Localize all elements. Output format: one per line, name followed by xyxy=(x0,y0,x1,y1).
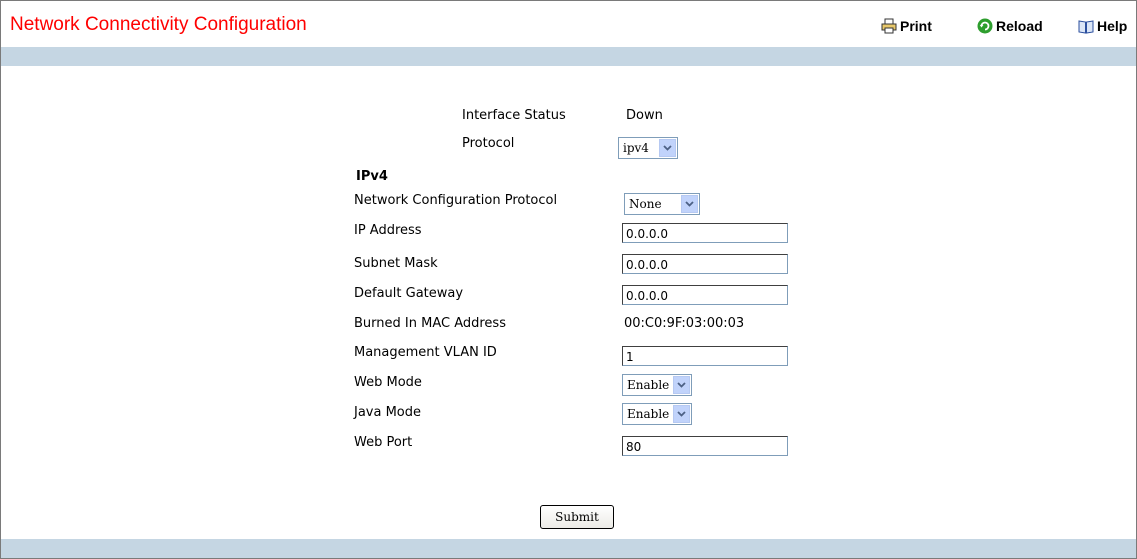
burned-in-mac-value: 00:C0:9F:03:00:03 xyxy=(624,316,745,331)
management-vlan-id-input[interactable]: 1 xyxy=(622,346,788,366)
web-mode-value: Enable xyxy=(627,378,670,392)
chevron-down-icon xyxy=(659,139,676,157)
reload-button[interactable]: Reload xyxy=(977,18,1043,34)
web-port-label: Web Port xyxy=(354,435,413,450)
web-mode-select[interactable]: Enable xyxy=(622,374,692,396)
interface-status-label: Interface Status xyxy=(462,108,566,123)
network-config-protocol-select[interactable]: None xyxy=(624,193,700,215)
ip-address-input[interactable]: 0.0.0.0 xyxy=(622,223,788,243)
help-button[interactable]: Help xyxy=(1078,18,1127,34)
reload-icon xyxy=(977,18,993,34)
burned-in-mac-label: Burned In MAC Address xyxy=(354,316,506,331)
interface-status-value: Down xyxy=(626,108,663,123)
page-title: Network Connectivity Configuration xyxy=(10,14,307,35)
default-gateway-input[interactable]: 0.0.0.0 xyxy=(622,285,788,305)
web-port-input[interactable]: 80 xyxy=(622,436,788,456)
chevron-down-icon xyxy=(673,405,690,423)
printer-icon xyxy=(881,18,897,34)
footer-band xyxy=(1,539,1136,558)
java-mode-select[interactable]: Enable xyxy=(622,403,692,425)
subnet-mask-input[interactable]: 0.0.0.0 xyxy=(622,254,788,274)
management-vlan-id-label: Management VLAN ID xyxy=(354,345,497,360)
protocol-select-value: ipv4 xyxy=(623,141,649,155)
section-ipv4-heading: IPv4 xyxy=(356,169,388,184)
ip-address-label: IP Address xyxy=(354,223,422,238)
java-mode-value: Enable xyxy=(627,407,670,421)
print-button[interactable]: Print xyxy=(881,18,932,34)
protocol-label: Protocol xyxy=(462,136,515,151)
network-config-protocol-value: None xyxy=(629,197,662,211)
java-mode-label: Java Mode xyxy=(354,405,422,420)
subnet-mask-label: Subnet Mask xyxy=(354,256,438,271)
submit-button[interactable]: Submit xyxy=(540,505,614,529)
page-frame xyxy=(0,0,1137,559)
web-mode-label: Web Mode xyxy=(354,375,422,390)
default-gateway-label: Default Gateway xyxy=(354,286,464,301)
network-config-protocol-label: Network Configuration Protocol xyxy=(354,193,558,208)
reload-label: Reload xyxy=(996,18,1043,34)
book-icon xyxy=(1078,18,1094,34)
header-band xyxy=(1,47,1136,66)
chevron-down-icon xyxy=(673,376,690,394)
chevron-down-icon xyxy=(681,195,698,213)
help-label: Help xyxy=(1097,18,1128,34)
protocol-select[interactable]: ipv4 xyxy=(618,137,678,159)
print-label: Print xyxy=(900,18,932,34)
